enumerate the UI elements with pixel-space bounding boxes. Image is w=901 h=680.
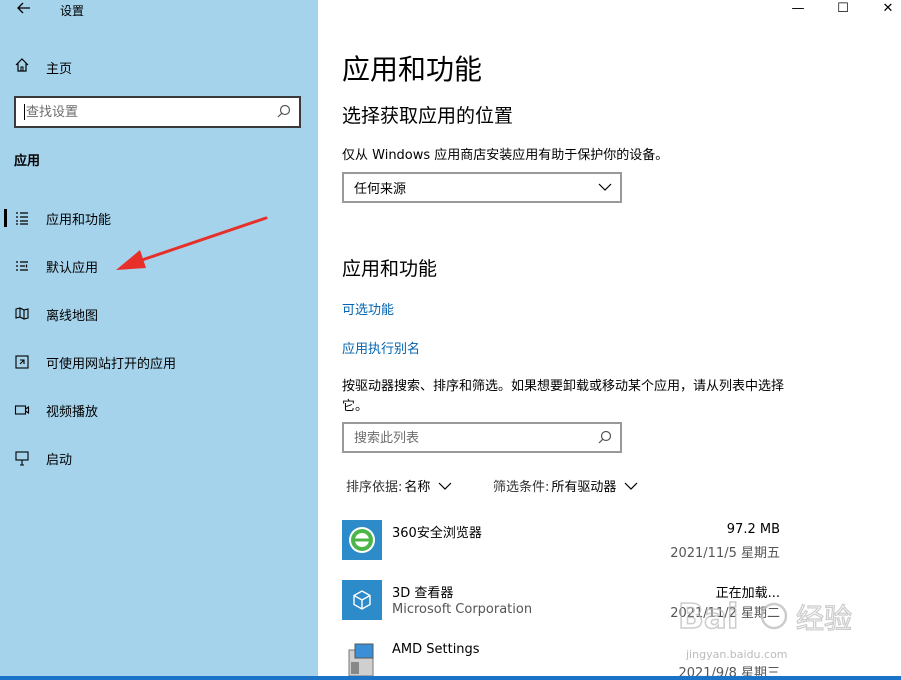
search-icon[interactable] [275, 103, 293, 121]
chevron-down-icon [624, 482, 638, 490]
home-label: 主页 [46, 61, 73, 77]
close-button[interactable]: ✕ [868, 0, 901, 20]
apps-filter-description: 按驱动器搜索、排序和筛选。如果想要卸载或移动某个应用，请从列表中选择它。 [342, 379, 785, 414]
installer-icon [342, 640, 382, 680]
app-name: 3D 查看器 [392, 586, 454, 601]
settings-search-box[interactable] [14, 96, 301, 128]
svg-text:Bai: Bai [678, 597, 739, 637]
sort-label: 排序依据: [346, 480, 403, 495]
search-icon[interactable] [596, 429, 614, 447]
filter-value: 所有驱动器 [551, 480, 617, 495]
install-source-description: 仅从 Windows 应用商店安装应用有助于保护你的设备。 [342, 148, 669, 163]
sidebar-item-label: 视频播放 [46, 404, 99, 420]
app-name: AMD Settings [392, 642, 480, 657]
sort-value: 名称 [404, 480, 431, 495]
main-content: — ☐ ✕ 应用和功能 选择获取应用的位置 仅从 Windows 应用商店安装应… [318, 0, 901, 680]
sort-by-selector[interactable]: 排序依据: 名称 [346, 476, 452, 495]
app-name: 360安全浏览器 [392, 526, 482, 541]
app-size: 97.2 MB [726, 522, 780, 537]
text-caret [24, 104, 25, 120]
page-title: 应用和功能 [342, 53, 483, 86]
default-apps-icon [12, 256, 32, 276]
sidebar-home[interactable]: 主页 [14, 57, 72, 77]
baidu-watermark-logo: Bai 经验 [677, 596, 852, 638]
sidebar-item-label: 离线地图 [46, 308, 99, 324]
chevron-down-icon [598, 183, 612, 191]
install-source-heading: 选择获取应用的位置 [342, 105, 514, 127]
dropdown-value: 任何来源 [354, 182, 407, 197]
app-list-item[interactable]: 360安全浏览器 97.2 MB 2021/11/5 星期五 [342, 520, 782, 578]
apps-list-icon [12, 208, 32, 228]
browser-360-icon [342, 520, 382, 560]
sidebar-item-apps-for-websites[interactable]: 可使用网站打开的应用 [0, 342, 318, 382]
app-list-search-box[interactable] [342, 422, 622, 453]
selected-indicator [4, 209, 7, 227]
open-with-icon [12, 352, 32, 372]
back-arrow-icon[interactable] [12, 0, 36, 20]
sidebar-item-label: 应用和功能 [46, 212, 112, 228]
sidebar-item-video-playback[interactable]: 视频播放 [0, 390, 318, 430]
settings-search-input[interactable] [26, 102, 276, 122]
watermark-text: jingyan.baidu.com [686, 648, 788, 661]
chevron-down-icon [438, 482, 452, 490]
startup-icon [12, 448, 32, 468]
section-label-apps: 应用 [14, 154, 41, 169]
annotation-arrow-icon [116, 216, 268, 270]
apps-features-heading: 应用和功能 [342, 258, 438, 280]
svg-text:经验: 经验 [796, 602, 852, 635]
home-icon [14, 57, 34, 77]
sidebar-item-offline-maps[interactable]: 离线地图 [0, 294, 318, 334]
app-publisher: Microsoft Corporation [392, 602, 533, 617]
video-icon [12, 400, 32, 420]
sidebar-item-label: 启动 [46, 452, 73, 468]
app-execution-alias-link[interactable]: 应用执行别名 [342, 338, 420, 357]
sidebar: 设置 主页 应用 应用和功能 默认应用 离线地图 [0, 0, 318, 680]
optional-features-link[interactable]: 可选功能 [342, 299, 394, 318]
sidebar-item-startup[interactable]: 启动 [0, 438, 318, 478]
cube-3d-icon [342, 580, 382, 620]
filter-label: 筛选条件: [493, 480, 550, 495]
install-source-dropdown[interactable]: 任何来源 [342, 172, 622, 203]
sidebar-item-label: 默认应用 [46, 260, 99, 276]
map-icon [12, 304, 32, 324]
app-install-date: 2021/11/5 星期五 [670, 546, 780, 561]
app-list-search-input[interactable] [354, 428, 584, 448]
minimize-button[interactable]: — [778, 0, 818, 20]
sidebar-item-label: 可使用网站打开的应用 [46, 356, 177, 372]
filter-by-selector[interactable]: 筛选条件: 所有驱动器 [493, 476, 638, 495]
window-title: 设置 [60, 4, 85, 18]
maximize-button[interactable]: ☐ [823, 0, 863, 20]
taskbar-edge [0, 676, 901, 680]
